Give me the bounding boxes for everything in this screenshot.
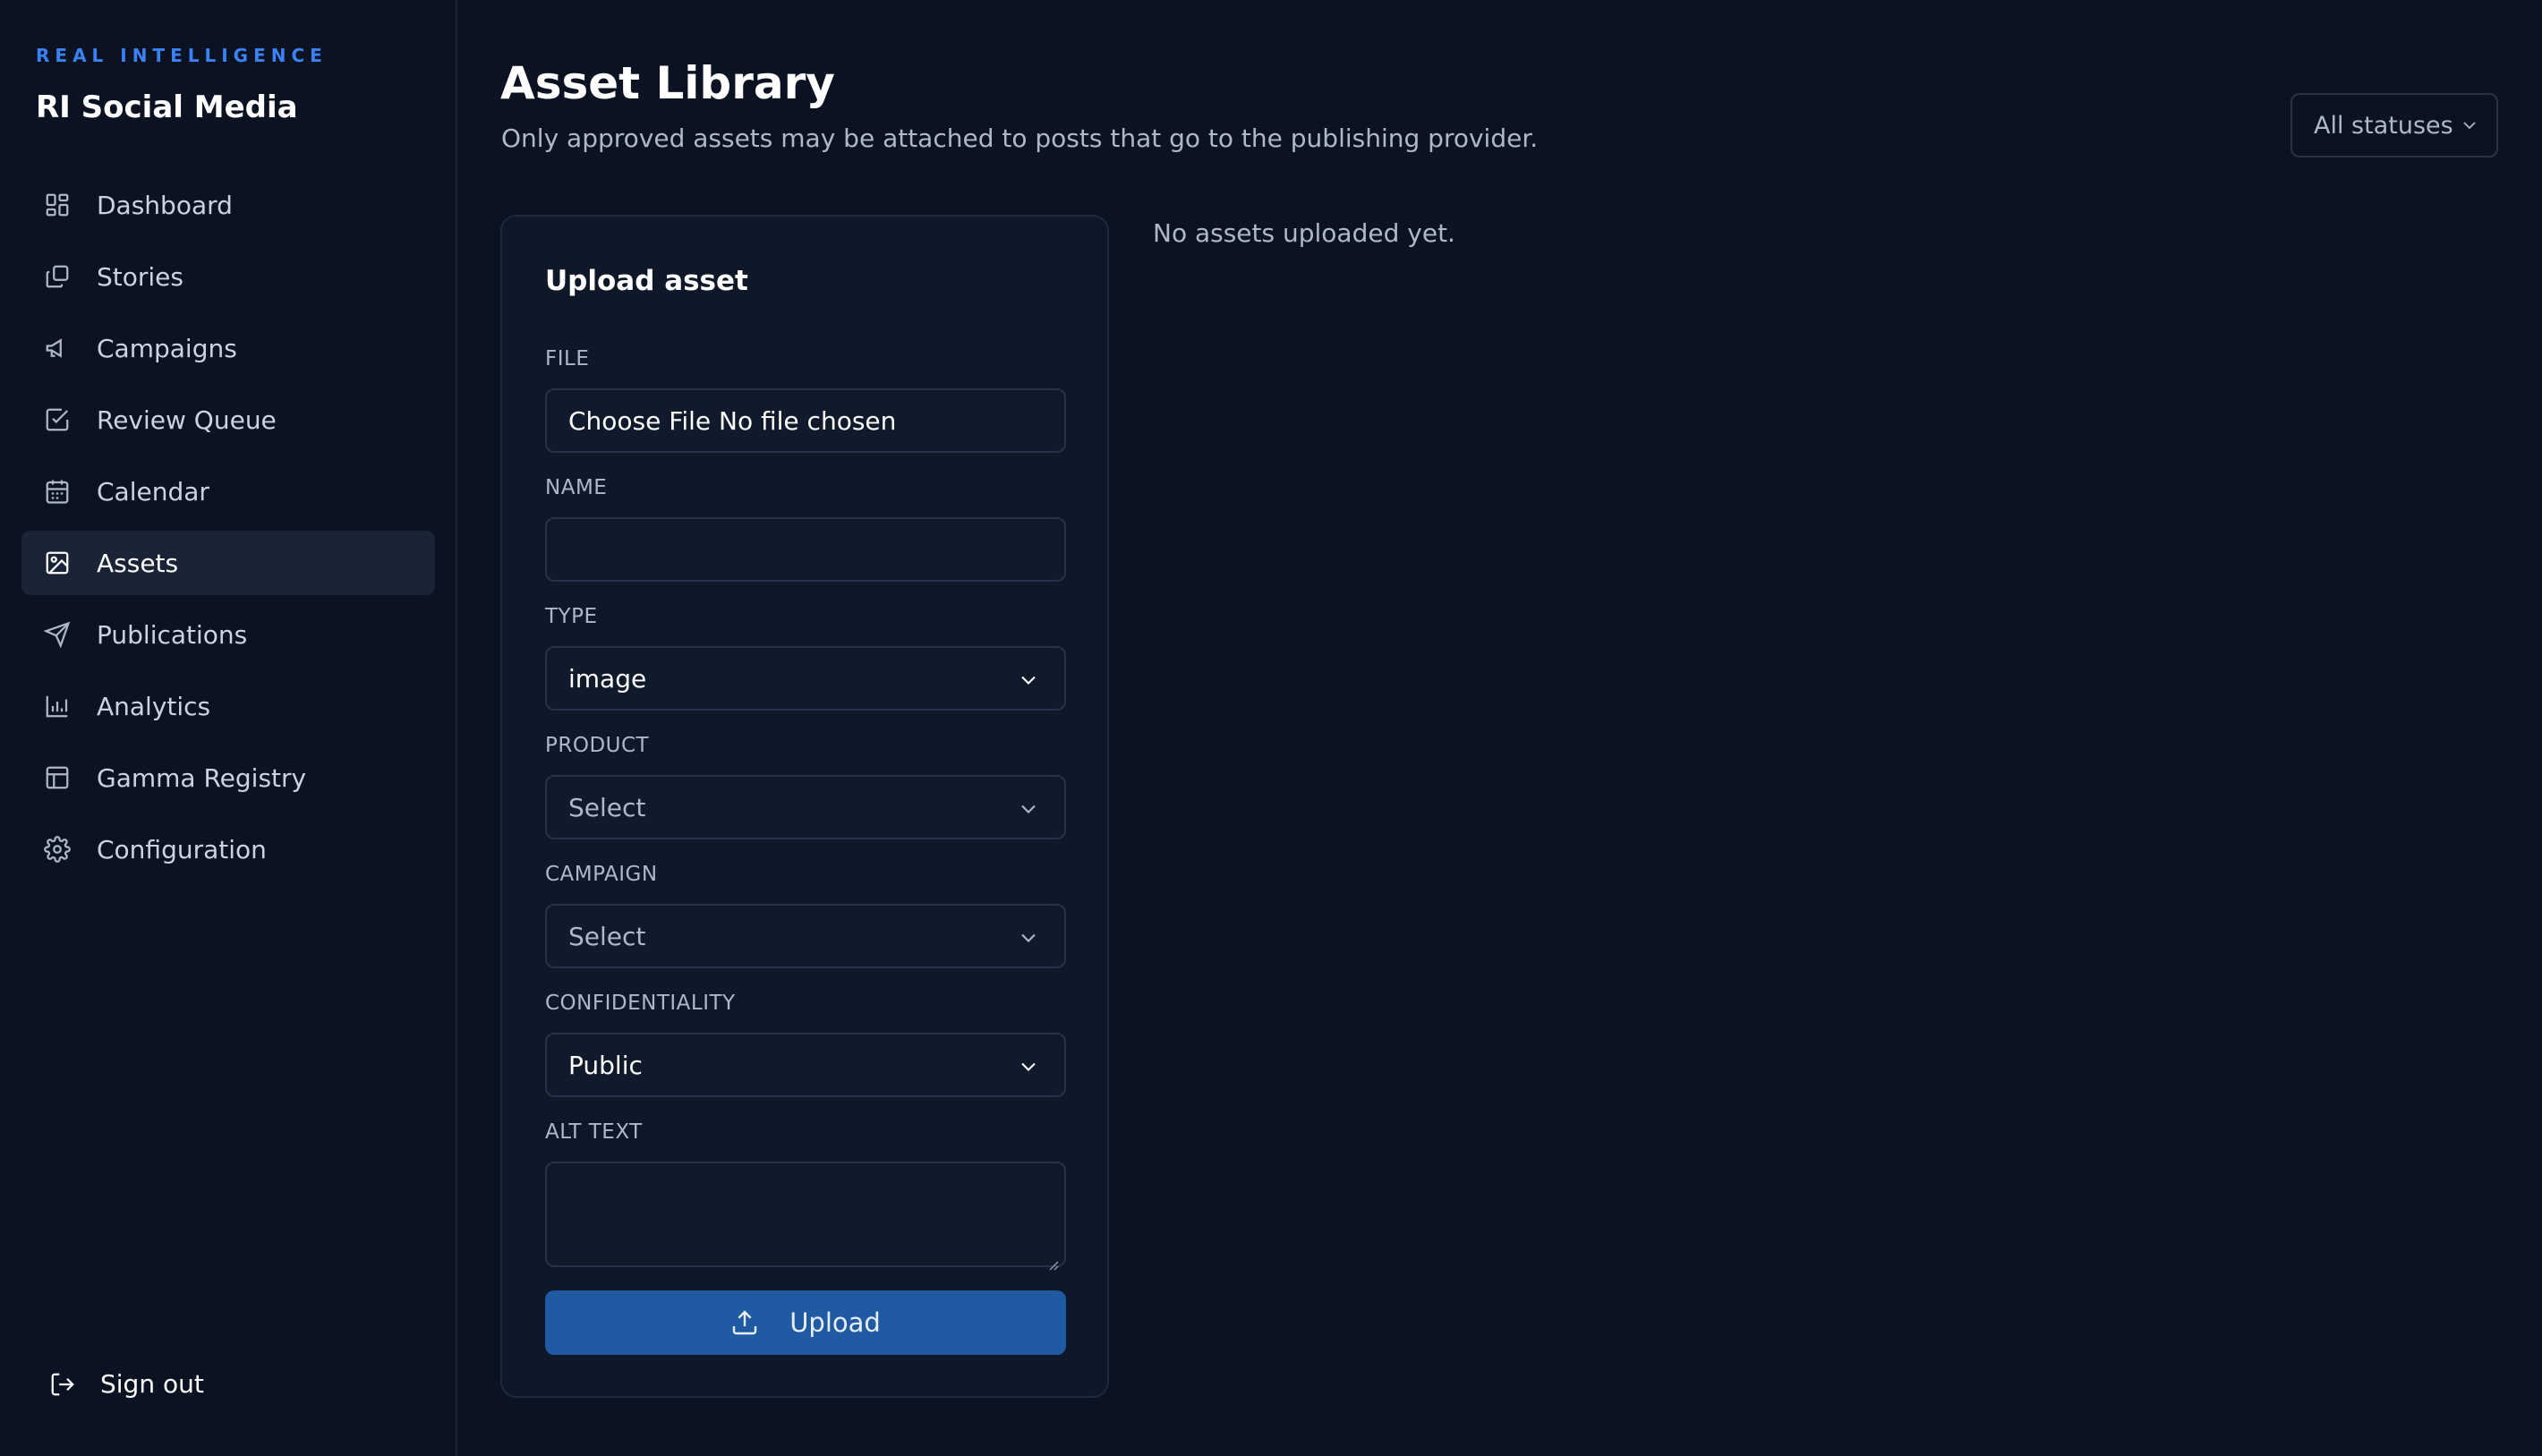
empty-assets-message: No assets uploaded yet.	[1153, 218, 1455, 248]
upload-asset-card: Upload asset FILE Choose File No file ch…	[500, 215, 1109, 1398]
confidentiality-label: CONFIDENTIALITY	[545, 992, 736, 1015]
sidebar-item-configuration[interactable]: Configuration	[21, 817, 435, 881]
campaign-select-value: Select	[568, 921, 646, 951]
resize-handle-icon[interactable]	[1046, 1247, 1059, 1271]
brand-kicker: REAL INTELLIGENCE	[36, 45, 328, 66]
sign-out-button[interactable]: Sign out	[48, 1369, 204, 1399]
sidebar-item-calendar[interactable]: Calendar	[21, 459, 435, 524]
upload-card-title: Upload asset	[545, 265, 748, 297]
status-filter-value: All statuses	[2314, 111, 2453, 140]
sidebar-item-assets[interactable]: Assets	[21, 531, 435, 595]
sidebar: REAL INTELLIGENCE RI Social Media Dashbo…	[0, 0, 457, 1456]
sidebar-item-label: Calendar	[97, 476, 209, 507]
sidebar-item-label: Gamma Registry	[97, 762, 307, 793]
chevron-down-icon	[1016, 668, 1041, 693]
main-content: Asset Library Only approved assets may b…	[457, 0, 2542, 1456]
sidebar-item-label: Assets	[97, 548, 179, 578]
upload-icon	[730, 1308, 759, 1337]
chevron-down-icon	[1016, 796, 1041, 822]
type-select[interactable]: image	[545, 646, 1066, 711]
image-icon	[43, 549, 72, 577]
stories-copy-icon	[43, 262, 72, 291]
calendar-icon	[43, 477, 72, 506]
sidebar-item-analytics[interactable]: Analytics	[21, 674, 435, 738]
app-root: REAL INTELLIGENCE RI Social Media Dashbo…	[0, 0, 2542, 1456]
alt-text-textarea[interactable]	[545, 1162, 1066, 1271]
bar-chart-icon	[43, 692, 72, 720]
type-select-value: image	[568, 663, 647, 694]
megaphone-icon	[43, 334, 72, 362]
chevron-down-icon	[2459, 115, 2480, 136]
sidebar-item-label: Publications	[97, 619, 248, 650]
product-label: PRODUCT	[545, 734, 650, 757]
sign-out-label: Sign out	[100, 1369, 204, 1399]
sidebar-item-label: Campaigns	[97, 333, 237, 363]
page-subtitle: Only approved assets may be attached to …	[501, 123, 1539, 153]
sidebar-item-label: Dashboard	[97, 190, 233, 220]
upload-button-label: Upload	[789, 1307, 881, 1338]
sidebar-nav: Dashboard Stories Campaigns Review Queue	[21, 173, 435, 889]
page-title: Asset Library	[500, 57, 835, 109]
sidebar-item-dashboard[interactable]: Dashboard	[21, 173, 435, 237]
gear-icon	[43, 835, 72, 864]
chevron-down-icon	[1016, 925, 1041, 950]
name-label: NAME	[545, 476, 608, 499]
upload-button[interactable]: Upload	[545, 1290, 1066, 1355]
status-filter-select[interactable]: All statuses	[2290, 93, 2498, 158]
type-label: TYPE	[545, 605, 598, 628]
alt-text-label: ALT TEXT	[545, 1120, 643, 1144]
file-label: FILE	[545, 347, 590, 370]
send-icon	[43, 620, 72, 649]
sidebar-item-campaigns[interactable]: Campaigns	[21, 316, 435, 380]
file-input-value: Choose File No file chosen	[568, 405, 897, 436]
campaign-label: CAMPAIGN	[545, 863, 658, 886]
name-input[interactable]	[545, 517, 1066, 582]
table-icon	[43, 763, 72, 792]
file-input[interactable]: Choose File No file chosen	[545, 388, 1066, 453]
product-select-value: Select	[568, 792, 646, 822]
dashboard-grid-icon	[43, 191, 72, 219]
campaign-select[interactable]: Select	[545, 904, 1066, 968]
product-select[interactable]: Select	[545, 775, 1066, 839]
sidebar-item-stories[interactable]: Stories	[21, 244, 435, 309]
chevron-down-icon	[1016, 1054, 1041, 1079]
checkbox-icon	[43, 405, 72, 434]
sidebar-item-label: Configuration	[97, 834, 267, 864]
sidebar-item-label: Stories	[97, 261, 183, 292]
sidebar-item-label: Analytics	[97, 691, 211, 721]
sidebar-item-label: Review Queue	[97, 404, 277, 435]
sidebar-item-gamma-registry[interactable]: Gamma Registry	[21, 745, 435, 810]
sidebar-item-publications[interactable]: Publications	[21, 602, 435, 667]
sidebar-item-review-queue[interactable]: Review Queue	[21, 387, 435, 452]
confidentiality-select-value: Public	[568, 1050, 643, 1080]
logout-icon	[48, 1370, 77, 1399]
confidentiality-select[interactable]: Public	[545, 1033, 1066, 1097]
brand-title: RI Social Media	[36, 89, 298, 125]
